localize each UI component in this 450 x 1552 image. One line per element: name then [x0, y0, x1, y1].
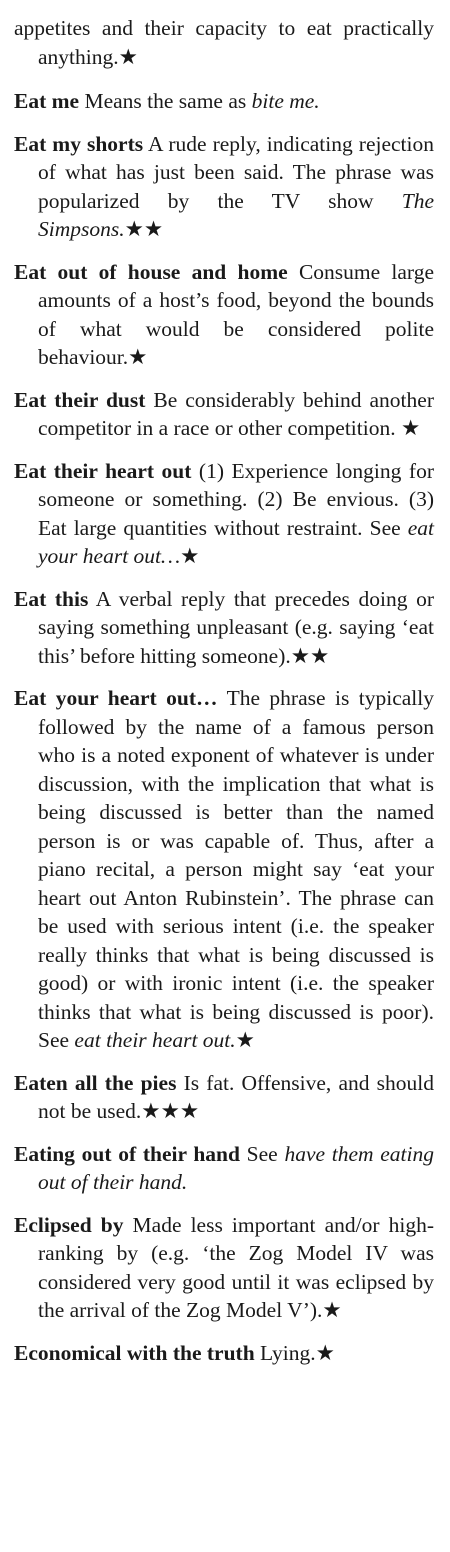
- entry-cross-reference: bite me.: [251, 89, 320, 113]
- entry-definition: ★★: [124, 217, 164, 241]
- dictionary-entry: Eat out of house and home Consume large …: [14, 258, 434, 372]
- dictionary-entry: Eaten all the pies Is fat. Offensive, an…: [14, 1069, 434, 1126]
- entry-headword: Eating out of their hand: [14, 1141, 240, 1166]
- dictionary-entry: Eat this A verbal reply that precedes do…: [14, 585, 434, 671]
- entry-definition: ★: [235, 1028, 255, 1052]
- entry-definition: Means the same as: [79, 89, 252, 113]
- dictionary-entry: Eat their dust Be considerably behind an…: [14, 386, 434, 443]
- entry-headword: Eat out of house and home: [14, 259, 288, 284]
- dictionary-page: appetites and their capacity to eat prac…: [0, 0, 450, 1552]
- entry-headword: Eat their dust: [14, 387, 146, 412]
- entry-headword: Eat my shorts: [14, 131, 144, 156]
- dictionary-entry: Eat me Means the same as bite me.: [14, 87, 434, 116]
- entry-definition: A verbal reply that precedes doing or sa…: [38, 586, 434, 668]
- entry-headword: Eat this: [14, 586, 89, 611]
- entry-headword: Economical with the truth: [14, 1340, 255, 1365]
- entry-headword: Eat their heart out: [14, 458, 192, 483]
- entry-headword: Eaten all the pies: [14, 1070, 177, 1095]
- entry-continuation: appetites and their capacity to eat prac…: [14, 14, 434, 71]
- entry-definition: The phrase is typically followed by the …: [38, 686, 435, 1052]
- dictionary-entry: Eating out of their hand See have them e…: [14, 1140, 434, 1197]
- dictionary-entry: Eat your heart out… The phrase is typica…: [14, 684, 434, 1055]
- dictionary-entry: Eat my shorts A rude reply, indicating r…: [14, 130, 434, 244]
- entry-definition: appetites and their capacity to eat prac…: [14, 16, 434, 69]
- entry-cross-reference: eat their heart out.: [74, 1028, 236, 1052]
- dictionary-entry: Eat their heart out (1) Experience longi…: [14, 457, 434, 571]
- dictionary-entry: Economical with the truth Lying.★: [14, 1339, 434, 1368]
- entry-headword: Eclipsed by: [14, 1212, 124, 1237]
- entry-headword: Eat me: [14, 89, 80, 113]
- entry-headword: Eat your heart out…: [14, 686, 218, 710]
- dictionary-entry: Eclipsed by Made less important and/or h…: [14, 1211, 434, 1325]
- entry-definition: See: [239, 1141, 285, 1166]
- entry-definition: Lying.★: [254, 1340, 335, 1365]
- entry-definition: ★: [180, 544, 200, 568]
